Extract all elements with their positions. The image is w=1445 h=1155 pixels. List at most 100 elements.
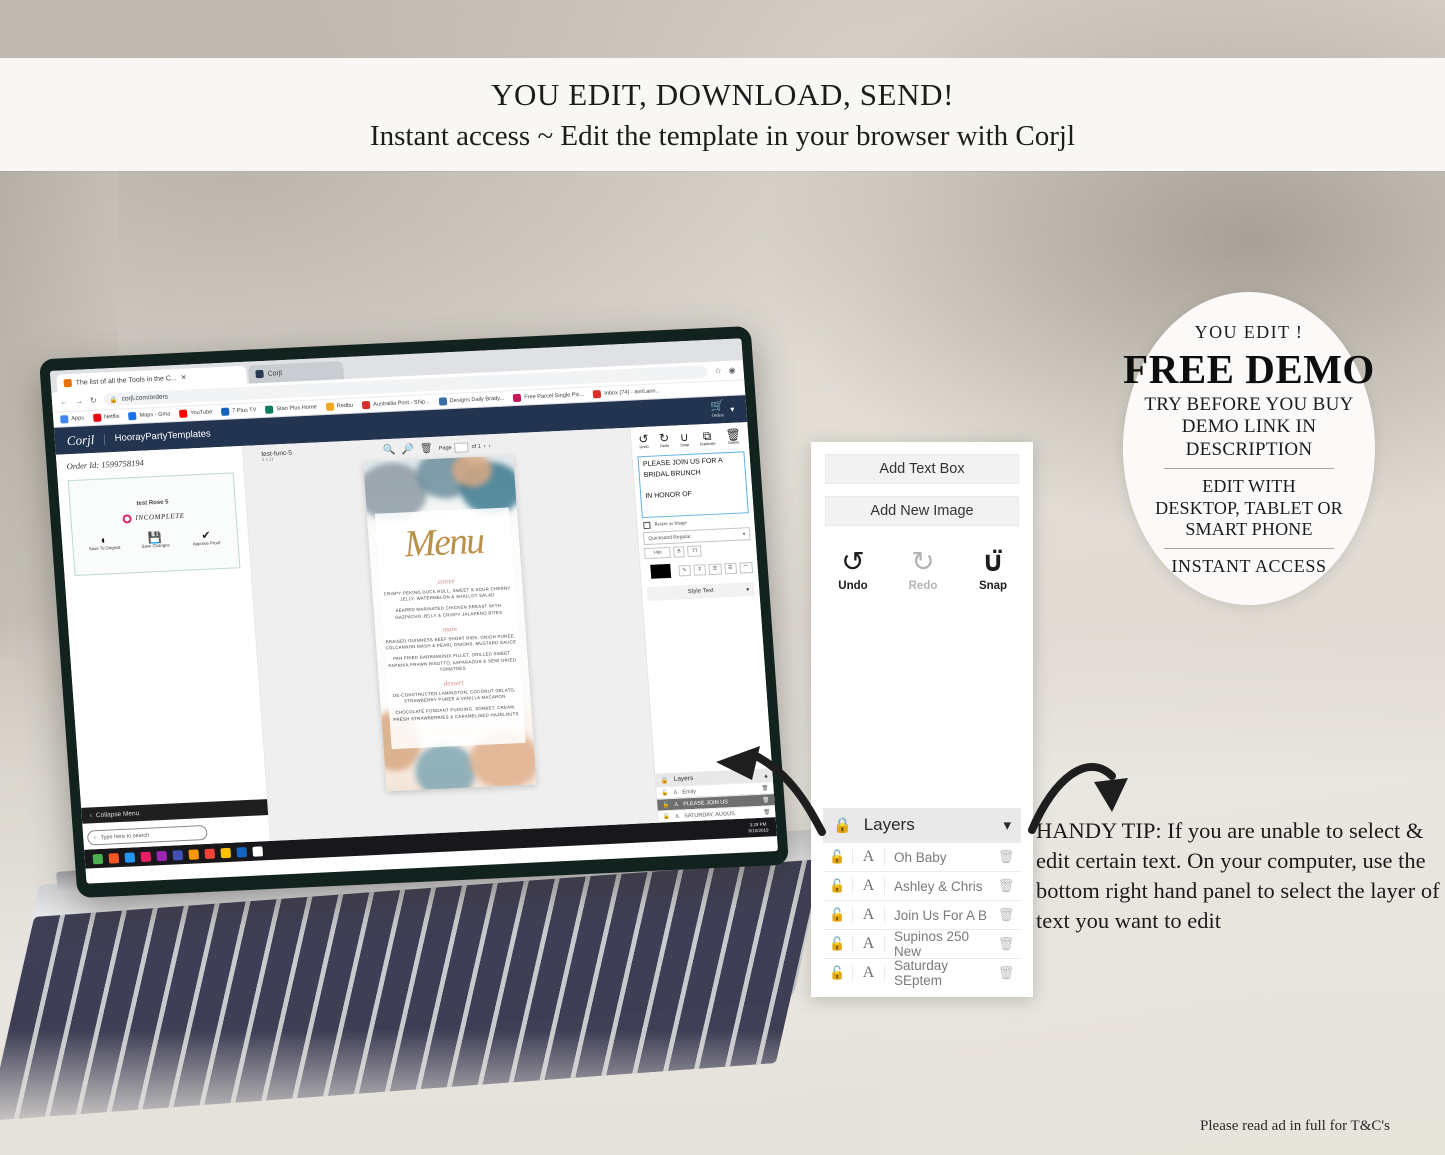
trash-icon[interactable]: 🗑	[991, 907, 1021, 923]
layer-row[interactable]: 🔓 A Supinos 250 New 🗑	[823, 929, 1021, 959]
chevron-down-icon[interactable]: ▾	[730, 405, 735, 414]
text-color-swatch[interactable]	[650, 563, 671, 579]
unlock-icon[interactable]: 🔓	[823, 849, 853, 865]
curve-text-icon[interactable]: ⌒	[739, 561, 754, 574]
bookmark-item[interactable]: YouTube	[179, 408, 213, 418]
next-page-icon[interactable]: ›	[488, 443, 490, 449]
chevron-down-icon[interactable]: ▾	[1003, 816, 1011, 835]
text-edit-textarea[interactable]: PLEASE JOIN US FOR A BRIDAL BRUNCH IN HO…	[637, 451, 749, 519]
add-new-image-button[interactable]: Add New Image	[825, 496, 1019, 526]
layer-row[interactable]: 🔓 A Oh Baby 🗑	[823, 842, 1021, 871]
collapse-menu-button[interactable]: ‹ Collapse Menu	[81, 799, 269, 824]
unlock-icon[interactable]: 🔓	[823, 878, 853, 894]
zoom-in-icon[interactable]: 🔍	[383, 445, 396, 457]
taskbar-app-icon[interactable]	[140, 851, 152, 862]
forward-icon[interactable]: →	[75, 396, 84, 405]
text-case-button[interactable]: TT	[687, 545, 703, 558]
add-text-box-button[interactable]: Add Text Box	[825, 454, 1019, 484]
menu-template-preview[interactable]: Menu entree CRISPY PEKING DUCK ROLL, SWE…	[362, 455, 537, 792]
taskbar-app-icon[interactable]	[124, 851, 136, 863]
lock-icon[interactable]: 🔒	[833, 816, 852, 835]
prev-page-icon[interactable]: ‹	[484, 443, 486, 449]
taskbar-app-icon[interactable]	[92, 853, 104, 864]
floating-layers-panel: Add Text Box Add New Image ↺ Undo ↻ Redo…	[811, 442, 1033, 997]
page-label: Page	[438, 444, 452, 452]
redo-button[interactable]: ↻ Redo	[659, 431, 670, 448]
font-size-select[interactable]: 14pt	[644, 546, 671, 560]
eyedropper-icon[interactable]: ✎	[677, 564, 691, 576]
bookmark-item[interactable]: Stan Plus Home	[265, 403, 317, 414]
star-icon[interactable]: ☆	[714, 366, 722, 375]
snap-button[interactable]: ∪̈ Snap	[973, 548, 1013, 593]
bookmark-item[interactable]: 7 Plus TV	[220, 406, 257, 416]
taskbar-adobe-icon[interactable]	[204, 848, 216, 859]
undo-button[interactable]: ↺ Undo	[638, 432, 649, 449]
corjl-logo[interactable]: Corjl	[66, 431, 95, 448]
order-item-card[interactable]: test Rose 5 INCOMPLETE ◐ Save To Original…	[67, 472, 241, 576]
approve-proof-button[interactable]: ✔ Approve Proof	[189, 529, 224, 547]
align-center-icon[interactable]: ☰	[723, 562, 738, 574]
save-changes-button[interactable]: 💾 Save Changes	[138, 531, 173, 549]
taskbar-chrome-icon[interactable]	[220, 847, 232, 858]
page-number-input[interactable]	[454, 441, 469, 453]
taskbar-office-icon[interactable]	[236, 846, 248, 858]
line-height-icon[interactable]: ⇕	[693, 563, 707, 576]
demo-devices-2: SMART PHONE	[1185, 519, 1313, 540]
undo-button[interactable]: ↺ Undo	[833, 548, 873, 593]
unlock-icon[interactable]: 🔓	[823, 907, 853, 923]
bookmark-item[interactable]: Maps - Gma	[128, 410, 171, 421]
trash-icon[interactable]: 🗑	[991, 878, 1021, 894]
bookmark-item[interactable]: Austrailia Post - Ship...	[361, 398, 430, 410]
style-text-accordion[interactable]: Style Text ▾	[646, 581, 755, 601]
reload-icon[interactable]: ↻	[90, 396, 97, 405]
revert-to-original-button[interactable]: ◐ Save To Original	[87, 533, 122, 551]
arrow-pointing-to-laptop	[716, 746, 826, 836]
demo-instant-access: INSTANT ACCESS	[1171, 556, 1327, 576]
trash-icon[interactable]: 🗑	[991, 849, 1021, 865]
layers-header[interactable]: 🔒 Layers ▾	[823, 808, 1021, 842]
taskbar-app-icon[interactable]	[108, 852, 120, 864]
free-demo-badge: YOU EDIT ! FREE DEMO TRY BEFORE YOU BUY …	[1123, 292, 1375, 605]
layer-row[interactable]: 🔓 A Saturday SEptem 🗑	[823, 958, 1021, 988]
profile-icon[interactable]: ◉	[728, 366, 736, 375]
menu-item: DE-CONSTRUCTED LAMINGTON, COCONUT GELATO…	[392, 687, 516, 704]
align-left-icon[interactable]: ☰	[708, 563, 722, 575]
save-label: Save Changes	[141, 542, 170, 549]
taskbar-mail-icon[interactable]	[252, 845, 264, 857]
redo-button[interactable]: ↻ Redo	[903, 548, 943, 593]
trash-icon[interactable]: 🗑	[991, 965, 1021, 981]
bold-button[interactable]: B	[672, 546, 686, 558]
layer-row[interactable]: 🔓 A Join Us For A B 🗑	[823, 900, 1021, 929]
duplicate-button[interactable]: ⧉ Duplicate	[699, 429, 716, 447]
windows-search-input[interactable]: ○ Type here to search	[86, 824, 208, 846]
windows-search-placeholder: Type here to search	[100, 832, 150, 841]
font-family-select[interactable]: Quicksand Regular ▾	[642, 527, 751, 546]
dessert-items: DE-CONSTRUCTED LAMINGTON, COCONUT GELATO…	[379, 687, 531, 724]
bookmark-item[interactable]: Inbox (74) - avril.ann...	[592, 387, 660, 399]
text-layer-icon: A	[853, 906, 885, 924]
trash-icon[interactable]: 🗑	[991, 936, 1021, 952]
trash-icon[interactable]: 🗑	[420, 443, 433, 455]
taskbar-app-icon[interactable]	[188, 848, 200, 860]
bookmark-item[interactable]: Free Parcel Single Pic...	[513, 391, 585, 403]
back-icon[interactable]: ←	[60, 397, 69, 406]
bookmark-item[interactable]: Netflix	[92, 413, 120, 422]
footer-terms-note: Please read ad in full for T&C's	[1200, 1118, 1390, 1134]
taskbar-app-icon[interactable]	[172, 849, 184, 861]
demo-sub2: DEMO LINK IN DESCRIPTION	[1181, 416, 1317, 460]
zoom-out-icon[interactable]: 🔎	[401, 444, 414, 456]
bookmark-label: Apps	[71, 415, 85, 422]
unlock-icon[interactable]: 🔓	[823, 936, 853, 952]
layer-row[interactable]: 🔓 A Ashley & Chris 🗑	[823, 871, 1021, 900]
close-icon[interactable]: ✕	[180, 374, 186, 382]
bookmark-item[interactable]: Designs Daily Brady...	[438, 395, 505, 406]
unlock-icon[interactable]: 🔓	[823, 965, 853, 981]
orders-cart-button[interactable]: 🛒 Orders	[710, 400, 725, 418]
menu-item: SEARED MARINATED CHICKEN BREAST WITH GAZ…	[395, 603, 503, 620]
delete-button[interactable]: 🗑 Delete	[725, 427, 741, 445]
taskbar-app-icon[interactable]	[156, 850, 168, 861]
page-total: of 1	[471, 443, 482, 450]
bookmark-item[interactable]: Redbu	[325, 402, 353, 411]
snap-button[interactable]: ∪ Snap	[679, 430, 689, 447]
bookmark-item[interactable]: Apps	[60, 414, 85, 424]
